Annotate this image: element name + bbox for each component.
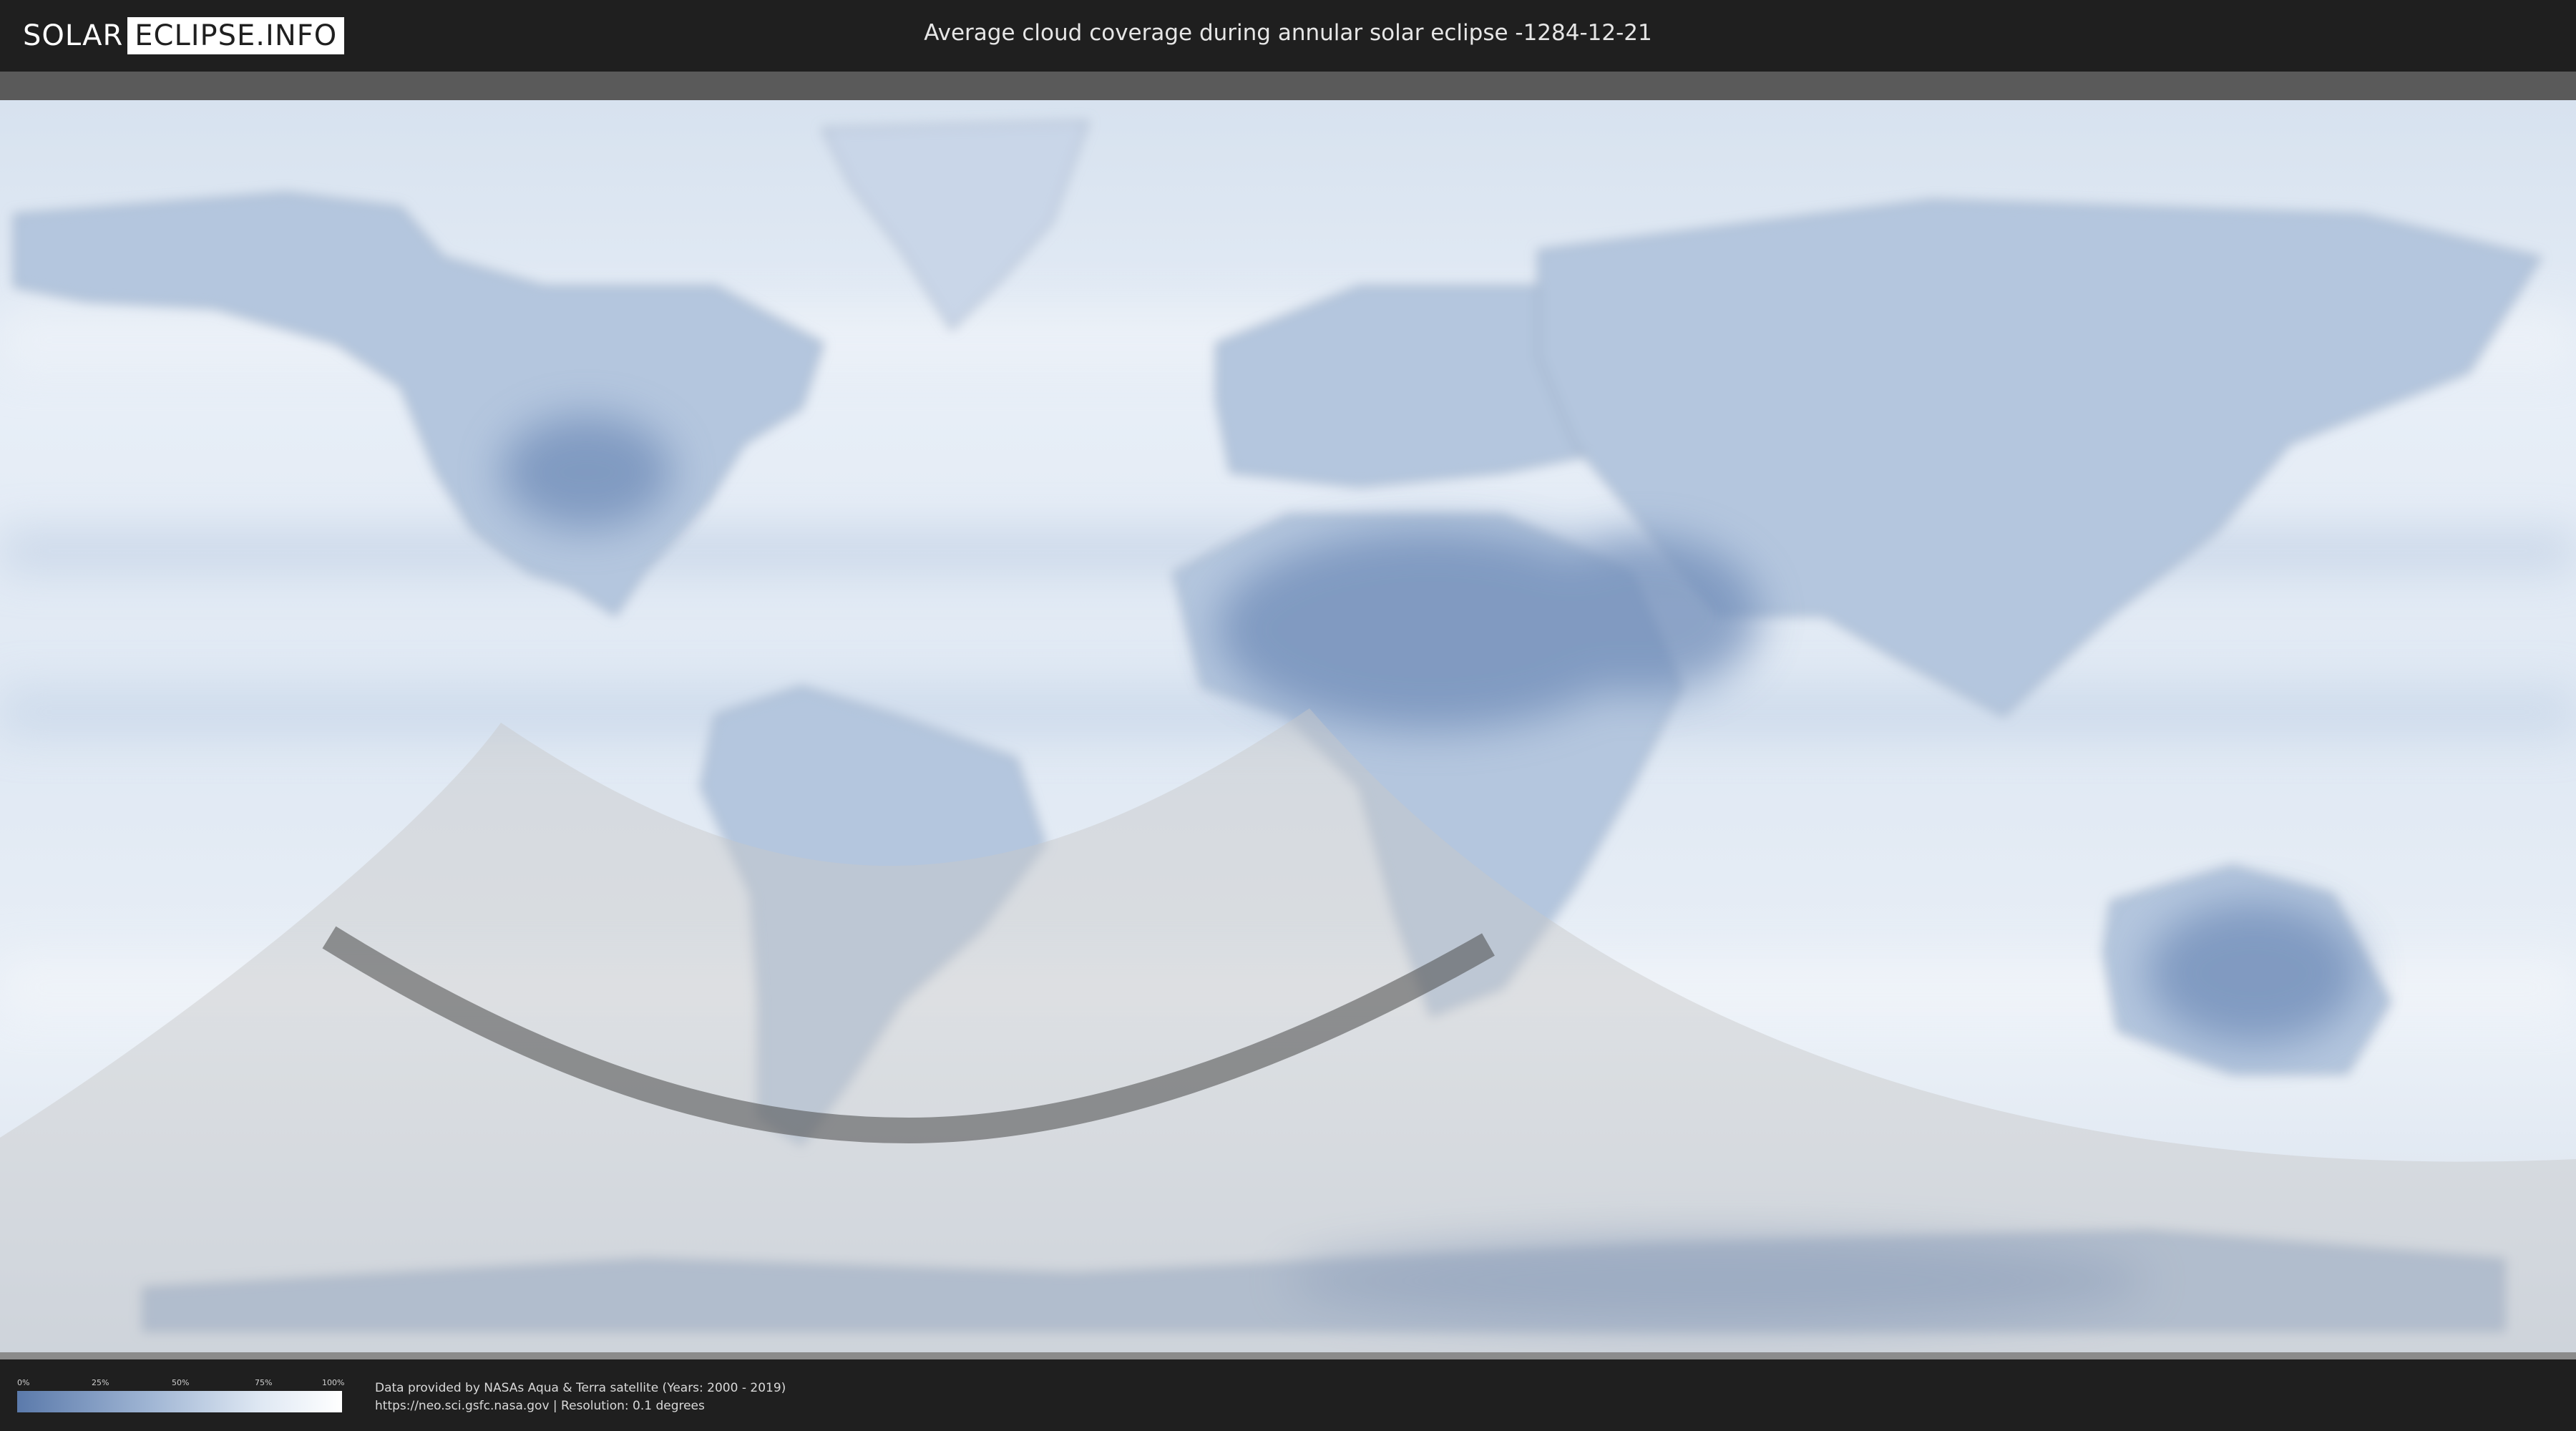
footer-bar: 0% 25% 50% 75% 100% Data provided by NAS…: [0, 1359, 2576, 1431]
data-credits: Data provided by NASAs Aqua & Terra sate…: [375, 1379, 786, 1415]
legend-tick-25: 25%: [92, 1378, 109, 1387]
page-title: Average cloud coverage during annular so…: [924, 20, 1652, 46]
credits-line-2[interactable]: https://neo.sci.gsfc.nasa.gov | Resoluti…: [375, 1397, 786, 1415]
world-map-svg: [0, 72, 2576, 1359]
header-bar: SOLAR ECLIPSE.INFO Average cloud coverag…: [0, 0, 2576, 72]
legend-tick-50: 50%: [172, 1378, 190, 1387]
legend-tick-0: 0%: [17, 1378, 30, 1387]
cloud-coverage-legend: [17, 1391, 342, 1412]
map-top-strip: [0, 72, 2576, 100]
legend-tick-100: 100%: [322, 1378, 345, 1387]
credits-line-1: Data provided by NASAs Aqua & Terra sate…: [375, 1381, 786, 1395]
legend-tick-75: 75%: [255, 1378, 273, 1387]
cloud-coverage-map: [0, 72, 2576, 1359]
